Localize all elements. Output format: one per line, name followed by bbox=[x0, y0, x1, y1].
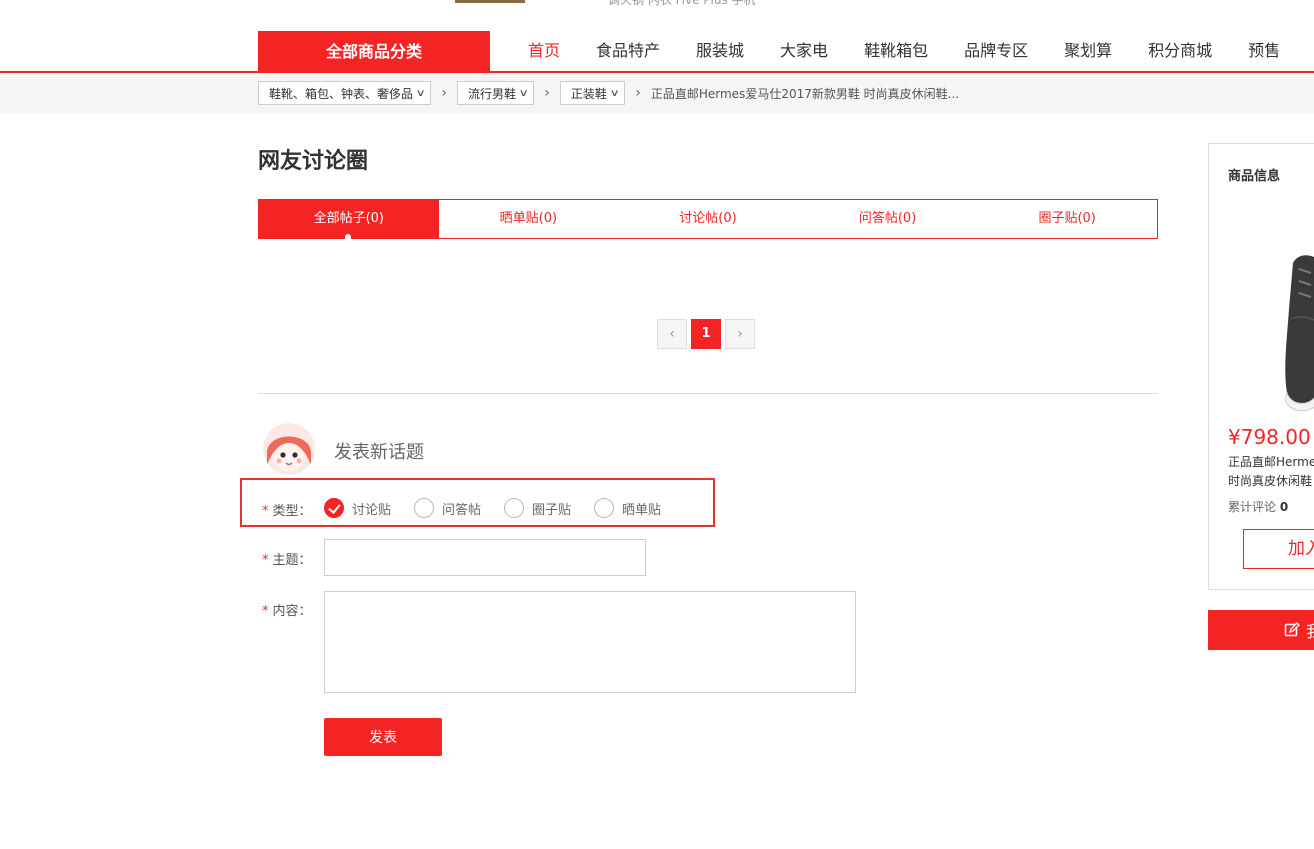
nav-items: 首页 食品特产 服装城 大家电 鞋靴箱包 品牌专区 聚划算 积分商城 预售 bbox=[510, 30, 1298, 71]
breadcrumb-level2-dropdown[interactable]: 流行男鞋 ∨ bbox=[456, 81, 535, 105]
chevron-right-icon: › bbox=[441, 85, 447, 101]
top-strip: 调火锅 内衣 Five Plus 手机 bbox=[0, 0, 1314, 10]
next-page-button[interactable]: › bbox=[725, 319, 755, 349]
tab-circle-posts[interactable]: 圈子贴(0) bbox=[977, 200, 1157, 238]
breadcrumb-level2-label: 流行男鞋 bbox=[467, 86, 516, 101]
breadcrumb-level3-label: 正装鞋 bbox=[570, 86, 607, 101]
all-categories-button[interactable]: 全部商品分类 bbox=[258, 31, 490, 72]
review-count-label: 累计评论 bbox=[1228, 500, 1277, 514]
product-image[interactable] bbox=[1229, 229, 1314, 419]
review-count-value: 0 bbox=[1279, 500, 1289, 514]
active-tab-indicator bbox=[345, 234, 351, 239]
subject-input[interactable] bbox=[324, 539, 646, 576]
hot-search-words[interactable]: 调火锅 内衣 Five Plus 手机 bbox=[608, 0, 756, 8]
nav-item-deals[interactable]: 聚划算 bbox=[1046, 30, 1130, 71]
product-info-card: 商品信息 ¥798.00 正品直邮Hermes 时尚真皮休闲鞋 累计评论 0 加… bbox=[1208, 143, 1314, 590]
chevron-down-icon: ∨ bbox=[415, 87, 426, 99]
review-count: 累计评论 0 bbox=[1228, 498, 1288, 515]
tab-all-posts-label: 全部帖子(0) bbox=[313, 211, 384, 226]
logo-edge bbox=[455, 0, 525, 3]
add-to-cart-button[interactable]: 加入 bbox=[1243, 529, 1314, 569]
avatar bbox=[263, 423, 315, 475]
required-mark: * bbox=[262, 504, 269, 519]
nav-item-clothing[interactable]: 服装城 bbox=[678, 30, 762, 71]
breadcrumb-level1-label: 鞋靴、箱包、钟表、奢侈品 bbox=[269, 86, 414, 101]
breadcrumb-level3-dropdown[interactable]: 正装鞋 ∨ bbox=[559, 81, 626, 105]
content-textarea[interactable] bbox=[324, 591, 856, 693]
product-name-line2: 时尚真皮休闲鞋 bbox=[1228, 474, 1313, 488]
type-radio-qa[interactable]: 问答帖 bbox=[414, 498, 481, 518]
chevron-down-icon: ∨ bbox=[609, 87, 620, 99]
prev-page-button[interactable]: ‹ bbox=[657, 319, 687, 349]
type-radio-circle-label: 圈子贴 bbox=[532, 502, 572, 518]
new-topic-heading: 发表新话题 bbox=[334, 442, 424, 463]
page-1-button[interactable]: 1 bbox=[691, 319, 721, 349]
sidebar-post-label: 我 bbox=[1306, 618, 1314, 642]
discussion-tabs: 全部帖子(0) 晒单贴(0) 讨论帖(0) 问答帖(0) 圈子贴(0) bbox=[258, 199, 1158, 239]
subject-label: * 主题： bbox=[262, 549, 312, 568]
edit-icon bbox=[1284, 622, 1300, 637]
radio-unchecked-icon bbox=[414, 498, 434, 518]
product-price: ¥798.00 bbox=[1228, 425, 1311, 449]
chevron-right-icon: › bbox=[635, 85, 641, 101]
avatar-icon bbox=[263, 423, 315, 475]
type-label: * 类型： bbox=[262, 500, 312, 519]
chevron-down-icon: ∨ bbox=[518, 87, 529, 99]
breadcrumb-current: 正品直邮Hermes爱马仕2017新款男鞋 时尚真皮休闲鞋... bbox=[650, 86, 960, 101]
tab-showcase-posts[interactable]: 晒单贴(0) bbox=[439, 200, 619, 238]
main-nav: 全部商品分类 首页 食品特产 服装城 大家电 鞋靴箱包 品牌专区 聚划算 积分商… bbox=[0, 30, 1314, 73]
required-mark: * bbox=[262, 604, 269, 619]
nav-item-points-mall[interactable]: 积分商城 bbox=[1130, 30, 1230, 71]
type-radio-discussion[interactable]: 讨论贴 bbox=[324, 498, 391, 518]
discussion-title: 网友讨论圈 bbox=[258, 149, 369, 174]
radio-unchecked-icon bbox=[504, 498, 524, 518]
tab-qa-posts[interactable]: 问答帖(0) bbox=[798, 200, 978, 238]
nav-item-food[interactable]: 食品特产 bbox=[578, 30, 678, 71]
nav-item-home[interactable]: 首页 bbox=[510, 30, 578, 71]
type-radio-showcase-label: 晒单贴 bbox=[622, 502, 662, 518]
shoe-icon bbox=[1284, 255, 1314, 412]
sidebar-post-button[interactable]: 我 bbox=[1208, 610, 1314, 650]
section-divider bbox=[258, 393, 1158, 394]
radio-checked-icon bbox=[324, 498, 344, 518]
content-label: * 内容： bbox=[262, 600, 312, 619]
breadcrumb-bar: 鞋靴、箱包、钟表、奢侈品 ∨ › 流行男鞋 ∨ › 正装鞋 ∨ › 正品直邮He… bbox=[0, 73, 1314, 113]
content-label-text: 内容： bbox=[272, 604, 312, 619]
product-info-title: 商品信息 bbox=[1228, 169, 1281, 184]
type-radio-circle[interactable]: 圈子贴 bbox=[504, 498, 571, 518]
pagination: ‹ 1 › bbox=[657, 319, 755, 349]
required-mark: * bbox=[262, 553, 269, 568]
tab-discussion-posts[interactable]: 讨论帖(0) bbox=[618, 200, 798, 238]
submit-button[interactable]: 发表 bbox=[324, 718, 442, 756]
type-radio-showcase[interactable]: 晒单贴 bbox=[594, 498, 661, 518]
type-radio-discussion-label: 讨论贴 bbox=[352, 502, 392, 518]
tab-all-posts[interactable]: 全部帖子(0) bbox=[259, 200, 439, 239]
nav-item-presale[interactable]: 预售 bbox=[1230, 30, 1298, 71]
subject-label-text: 主题： bbox=[272, 553, 312, 568]
breadcrumb-level1-dropdown[interactable]: 鞋靴、箱包、钟表、奢侈品 ∨ bbox=[258, 81, 432, 105]
nav-item-brands[interactable]: 品牌专区 bbox=[946, 30, 1046, 71]
product-name[interactable]: 正品直邮Hermes 时尚真皮休闲鞋 bbox=[1228, 453, 1314, 491]
type-label-text: 类型： bbox=[272, 504, 312, 519]
radio-unchecked-icon bbox=[594, 498, 614, 518]
product-name-line1: 正品直邮Hermes bbox=[1228, 455, 1314, 469]
nav-item-appliances[interactable]: 大家电 bbox=[762, 30, 846, 71]
type-radio-qa-label: 问答帖 bbox=[442, 502, 482, 518]
chevron-right-icon: › bbox=[544, 85, 550, 101]
breadcrumb: 鞋靴、箱包、钟表、奢侈品 ∨ › 流行男鞋 ∨ › 正装鞋 ∨ › 正品直邮He… bbox=[258, 80, 959, 106]
nav-item-shoes-bags[interactable]: 鞋靴箱包 bbox=[846, 30, 946, 71]
